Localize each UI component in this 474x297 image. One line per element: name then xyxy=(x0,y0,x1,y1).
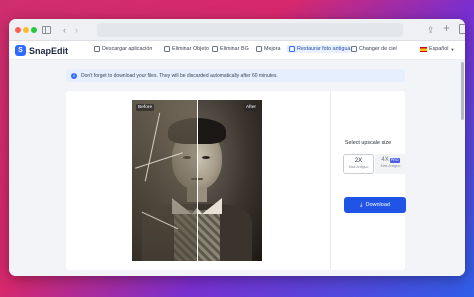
nav-label: Eliminar BG xyxy=(220,46,249,52)
download-icon: ⤓ xyxy=(360,201,363,208)
sidebar-icon[interactable] xyxy=(42,26,51,34)
browser-window: ‹ › ⇪ + S SnapEdit Descargar aplicación … xyxy=(9,19,465,276)
enhance-icon xyxy=(256,46,262,52)
language-selector[interactable]: Español ▼ xyxy=(420,46,454,52)
upscale-option-2x[interactable]: 2X Mas Antiguo xyxy=(343,154,374,174)
plus-icon[interactable]: + xyxy=(443,22,450,34)
back-arrow-icon[interactable]: ‹ xyxy=(63,24,66,36)
app-navbar: S SnapEdit Descargar aplicación Eliminar… xyxy=(9,41,465,60)
panel-divider xyxy=(330,91,331,270)
nav-remove-object[interactable]: Eliminar Objeto xyxy=(164,46,209,52)
main-content: i Don't forget to download your files. T… xyxy=(9,60,465,276)
nav-label: Eliminar Objeto xyxy=(172,46,209,52)
upscale-title: Select upscale size xyxy=(344,140,392,146)
minimize-window-button[interactable] xyxy=(23,27,29,33)
before-label: Before xyxy=(136,104,155,111)
editor-card: Before After Select upscale size 2X Mas … xyxy=(66,91,406,270)
nav-change-sky[interactable]: Changer de ciel xyxy=(351,46,397,52)
spain-flag-icon xyxy=(420,46,427,52)
photo-eye-right xyxy=(202,156,210,159)
download-app-icon xyxy=(94,46,100,52)
comparison-slider-handle[interactable] xyxy=(197,100,198,261)
address-bar[interactable] xyxy=(97,23,403,37)
info-icon: i xyxy=(71,72,77,79)
nav-download-app[interactable]: Descargar aplicación xyxy=(94,46,152,52)
pro-badge: PRO xyxy=(389,157,400,163)
option-subtitle: Mas Antiguo xyxy=(348,165,369,169)
nav-label: Descargar aplicación xyxy=(102,46,153,52)
nav-remove-bg[interactable]: Eliminar BG xyxy=(212,46,249,52)
brand-logo[interactable]: S SnapEdit xyxy=(15,45,68,56)
page-scrollbar[interactable] xyxy=(461,62,464,120)
download-button[interactable]: ⤓ Download xyxy=(344,197,406,213)
forward-arrow-icon[interactable]: › xyxy=(75,24,78,36)
brand-name: SnapEdit xyxy=(29,45,69,56)
tabs-icon[interactable] xyxy=(459,24,465,34)
option-label: 2X xyxy=(354,158,363,164)
after-label: After xyxy=(243,104,258,111)
zoom-window-button[interactable] xyxy=(31,27,37,33)
restore-photo-icon xyxy=(289,46,295,52)
sky-icon xyxy=(351,46,357,52)
nav-restore-old-photo[interactable]: Restaurar foto antigua xyxy=(286,45,354,53)
nav-label: Mejora xyxy=(264,46,281,52)
language-label: Español xyxy=(429,46,449,52)
nav-label: Restaurar foto antigua xyxy=(297,46,351,52)
upscale-option-4x[interactable]: 4X PRO Mas Antiguo xyxy=(375,154,406,174)
share-icon[interactable]: ⇪ xyxy=(427,24,435,36)
chevron-down-icon: ▼ xyxy=(450,46,455,52)
before-overlay xyxy=(132,100,197,261)
browser-toolbar: ‹ › ⇪ + xyxy=(9,19,465,41)
notice-text: Don't forget to download your files. The… xyxy=(81,72,278,79)
remove-object-icon xyxy=(164,46,170,52)
close-window-button[interactable] xyxy=(15,27,21,33)
before-after-photo[interactable]: Before After xyxy=(132,100,262,261)
remove-bg-icon xyxy=(212,46,218,52)
option-label: 4X xyxy=(381,157,389,163)
nav-enhance[interactable]: Mejora xyxy=(256,46,280,52)
logo-icon: S xyxy=(15,45,26,56)
option-subtitle: Mas Antiguo xyxy=(380,164,401,168)
info-notice: i Don't forget to download your files. T… xyxy=(66,69,405,82)
nav-label: Changer de ciel xyxy=(359,46,397,52)
download-label: Download xyxy=(365,202,390,208)
